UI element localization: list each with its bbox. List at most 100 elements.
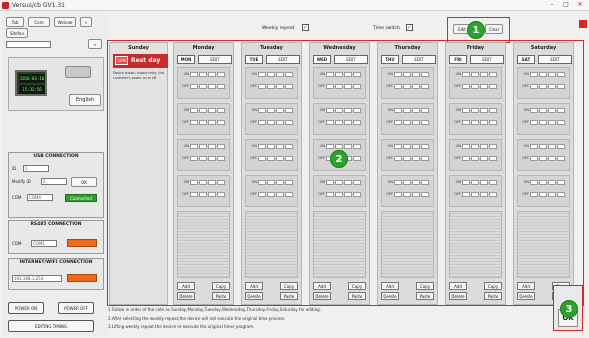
rs485-connect-button[interactable]	[67, 239, 97, 247]
time-spinner[interactable]	[403, 179, 411, 185]
day-edit-button[interactable]: EDIT	[470, 55, 504, 64]
time-spinner[interactable]	[190, 143, 198, 149]
time-spinner[interactable]	[557, 107, 565, 113]
time-spinner[interactable]	[471, 107, 479, 113]
time-spinner[interactable]	[335, 179, 343, 185]
time-spinner[interactable]	[353, 143, 361, 149]
maximize-button[interactable]: □	[561, 1, 571, 9]
time-spinner[interactable]	[394, 179, 402, 185]
time-spinner[interactable]	[462, 191, 470, 197]
time-spinner[interactable]	[258, 155, 266, 161]
time-spinner[interactable]	[557, 71, 565, 77]
time-spinner[interactable]	[539, 179, 547, 185]
time-spinner[interactable]	[326, 83, 334, 89]
copy-button[interactable]: Copy	[212, 282, 230, 290]
time-spinner[interactable]	[344, 191, 352, 197]
time-spinner[interactable]	[403, 83, 411, 89]
time-spinner[interactable]	[539, 83, 547, 89]
paste-button[interactable]: Paste	[484, 292, 502, 300]
time-spinner[interactable]	[190, 119, 198, 125]
time-spinner[interactable]	[394, 119, 402, 125]
english-button[interactable]: English	[69, 94, 101, 106]
time-spinner[interactable]	[471, 143, 479, 149]
time-spinner[interactable]	[539, 71, 547, 77]
day-edit-button[interactable]: EDIT	[402, 55, 436, 64]
rs485-com-select[interactable]: COM1	[31, 240, 57, 247]
time-spinner[interactable]	[335, 191, 343, 197]
delete-button[interactable]: Delete	[245, 292, 263, 300]
time-spinner[interactable]	[208, 155, 216, 161]
time-spinner[interactable]	[344, 119, 352, 125]
time-spinner[interactable]	[530, 191, 538, 197]
time-spinner[interactable]	[217, 83, 225, 89]
time-spinner[interactable]	[530, 155, 538, 161]
time-spinner[interactable]	[480, 83, 488, 89]
time-spinner[interactable]	[199, 107, 207, 113]
delete-button[interactable]: Delete	[449, 292, 467, 300]
time-spinner[interactable]	[530, 107, 538, 113]
time-spinner[interactable]	[557, 179, 565, 185]
time-spinner[interactable]	[199, 83, 207, 89]
power-off-button[interactable]: POWER OFF	[58, 302, 94, 314]
time-spinner[interactable]	[480, 107, 488, 113]
add-button[interactable]: Add	[177, 282, 195, 290]
delete-button[interactable]: Delete	[381, 292, 399, 300]
time-spinner[interactable]	[326, 107, 334, 113]
time-spinner[interactable]	[480, 179, 488, 185]
time-spinner[interactable]	[285, 107, 293, 113]
day-tag[interactable]: THU	[381, 55, 399, 64]
time-spinner[interactable]	[548, 119, 556, 125]
time-spinner[interactable]	[208, 119, 216, 125]
time-spinner[interactable]	[217, 155, 225, 161]
time-spinner[interactable]	[471, 155, 479, 161]
time-spinner[interactable]	[344, 107, 352, 113]
time-spinner[interactable]	[353, 155, 361, 161]
time-spinner[interactable]	[353, 71, 361, 77]
add-button[interactable]: Add	[449, 282, 467, 290]
time-spinner[interactable]	[326, 143, 334, 149]
power-on-button[interactable]: POWER ON	[8, 302, 44, 314]
time-spinner[interactable]	[190, 179, 198, 185]
side-close-icon[interactable]	[579, 20, 587, 28]
time-spinner[interactable]	[557, 143, 565, 149]
time-spinner[interactable]	[344, 143, 352, 149]
usb-connect-button[interactable]: Connected	[65, 194, 97, 202]
time-spinner[interactable]	[403, 155, 411, 161]
time-spinner[interactable]	[258, 143, 266, 149]
time-spinner[interactable]	[344, 83, 352, 89]
time-spinner[interactable]	[199, 119, 207, 125]
time-spinner[interactable]	[462, 83, 470, 89]
copy-button[interactable]: Copy	[280, 282, 298, 290]
time-spinner[interactable]	[285, 119, 293, 125]
time-spinner[interactable]	[412, 107, 420, 113]
expand-button[interactable]: «	[88, 39, 102, 49]
time-spinner[interactable]	[267, 179, 275, 185]
time-spinner[interactable]	[489, 155, 497, 161]
day-tag[interactable]: SAT	[517, 55, 535, 64]
time-spinner[interactable]	[208, 107, 216, 113]
time-spinner[interactable]	[548, 179, 556, 185]
time-spinner[interactable]	[539, 143, 547, 149]
blank-button[interactable]	[65, 66, 91, 78]
time-spinner[interactable]	[412, 83, 420, 89]
time-spinner[interactable]	[276, 143, 284, 149]
time-spinner[interactable]	[190, 155, 198, 161]
time-spinner[interactable]	[462, 107, 470, 113]
time-spinner[interactable]	[462, 179, 470, 185]
time-spinner[interactable]	[267, 143, 275, 149]
day-edit-button[interactable]: EDIT	[334, 55, 368, 64]
time-spinner[interactable]	[412, 179, 420, 185]
time-spinner[interactable]	[258, 83, 266, 89]
collapse-button[interactable]: «	[80, 17, 92, 27]
time-spinner[interactable]	[258, 191, 266, 197]
time-spinner[interactable]	[199, 155, 207, 161]
menu-tab-button[interactable]: Tab	[6, 17, 24, 27]
day-edit-button[interactable]: EDIT	[538, 55, 572, 64]
time-spinner[interactable]	[353, 119, 361, 125]
time-spinner[interactable]	[394, 191, 402, 197]
time-spinner[interactable]	[548, 107, 556, 113]
clear-top-button[interactable]: Clear	[485, 24, 503, 34]
time-spinner[interactable]	[489, 71, 497, 77]
time-spinner[interactable]	[480, 71, 488, 77]
time-spinner[interactable]	[217, 179, 225, 185]
